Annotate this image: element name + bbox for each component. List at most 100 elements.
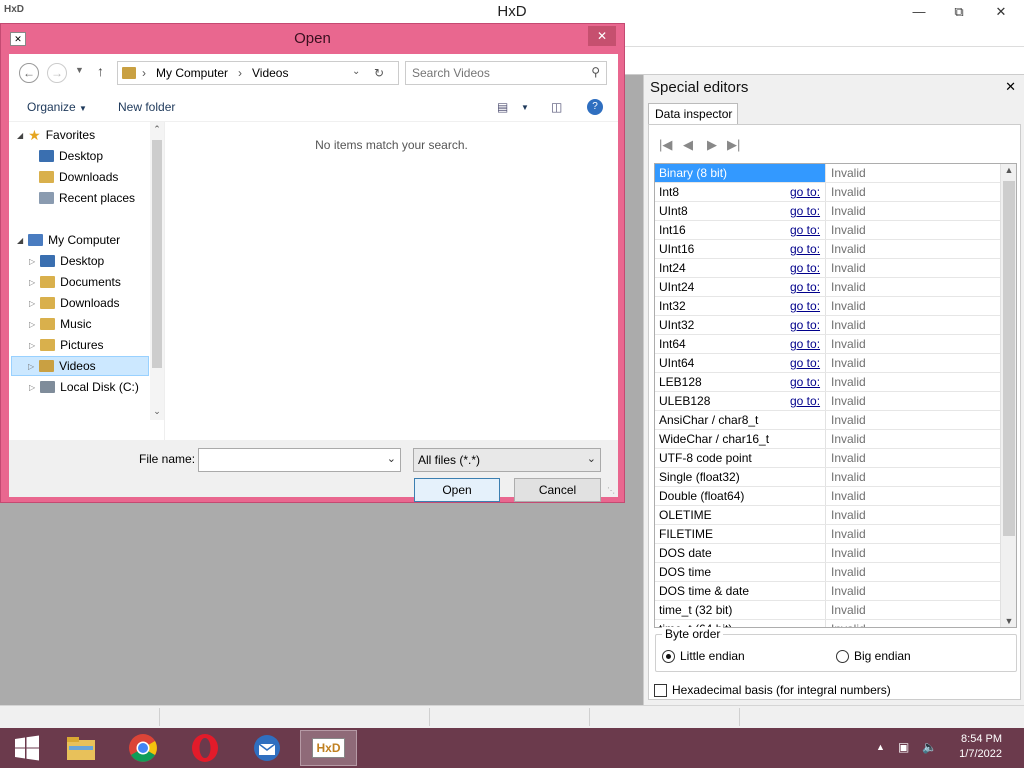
inspector-row[interactable]: UInt64 go to: Invalid — [655, 354, 1016, 373]
inspector-row-value[interactable]: Invalid — [831, 603, 866, 617]
collapsed-icon[interactable]: ▷ — [29, 257, 35, 266]
collapsed-icon[interactable]: ▷ — [28, 362, 34, 371]
nav-computer-item[interactable]: ▷ Downloads — [29, 293, 120, 313]
search-input[interactable] — [412, 63, 582, 83]
new-folder-button[interactable]: New folder — [118, 100, 175, 114]
inspector-row-value[interactable]: Invalid — [831, 204, 866, 218]
inspector-row-value[interactable]: Invalid — [831, 185, 866, 199]
inspector-row-value[interactable]: Invalid — [831, 242, 866, 256]
goto-link[interactable]: go to: — [790, 223, 820, 237]
thunderbird-taskbar-button[interactable] — [240, 730, 294, 766]
inspector-row[interactable]: Int64 go to: Invalid — [655, 335, 1016, 354]
volume-muted-icon[interactable]: 🔈 — [922, 740, 937, 754]
nav-fav-downloads[interactable]: Downloads — [39, 167, 118, 187]
inspector-row-value[interactable]: Invalid — [831, 451, 866, 465]
nav-favorites[interactable]: ◢ ★ Favorites — [17, 125, 95, 145]
file-name-field[interactable]: ⌄ — [198, 448, 401, 472]
help-icon[interactable]: ? — [587, 99, 603, 115]
up-icon[interactable]: ↑ — [97, 63, 104, 79]
nav-computer-item[interactable]: ▷ Local Disk (C:) — [29, 377, 139, 397]
network-icon[interactable]: ▣ — [898, 740, 909, 754]
preview-pane-icon[interactable]: ◫ — [551, 100, 562, 114]
inspector-row-value[interactable]: Invalid — [831, 223, 866, 237]
inspector-row[interactable]: Int24 go to: Invalid — [655, 259, 1016, 278]
inspector-row-value[interactable]: Invalid — [831, 527, 866, 541]
breadcrumb-my-computer[interactable]: My Computer — [156, 66, 228, 80]
close-icon[interactable]: ✕ — [986, 0, 1016, 23]
inspector-row[interactable]: Binary (8 bit) Invalid — [655, 164, 1016, 183]
open-button[interactable]: Open — [414, 478, 500, 502]
inspector-row-value[interactable]: Invalid — [831, 318, 866, 332]
chevron-down-icon[interactable]: ⌄ — [387, 452, 396, 465]
organize-button[interactable]: Organize ▼ — [27, 100, 87, 114]
show-hidden-icons-icon[interactable]: ▲ — [876, 742, 885, 752]
scroll-thumb[interactable] — [152, 140, 162, 368]
nav-my-computer[interactable]: ◢ My Computer — [17, 230, 120, 250]
collapsed-icon[interactable]: ▷ — [29, 341, 35, 350]
inspector-row[interactable]: Int8 go to: Invalid — [655, 183, 1016, 202]
goto-link[interactable]: go to: — [790, 185, 820, 199]
nav-fav-desktop[interactable]: Desktop — [39, 146, 103, 166]
hex-basis-checkbox[interactable]: Hexadecimal basis (for integral numbers) — [654, 683, 891, 697]
address-dropdown-icon[interactable]: ⌄ — [352, 66, 360, 77]
inspector-row-value[interactable]: Invalid — [831, 489, 866, 503]
big-endian-radio[interactable]: Big endian — [836, 649, 911, 663]
nav-scrollbar[interactable]: ⌃ ⌄ — [150, 122, 164, 420]
file-type-select[interactable]: All files (*.*) ⌄ — [413, 448, 601, 472]
inspector-row-value[interactable]: Invalid — [831, 356, 866, 370]
inspector-row-value[interactable]: Invalid — [831, 413, 866, 427]
refresh-icon[interactable]: ↻ — [374, 66, 384, 80]
inspector-row-value[interactable]: Invalid — [831, 280, 866, 294]
inspector-row-value[interactable]: Invalid — [831, 565, 866, 579]
inspector-row[interactable]: Int16 go to: Invalid — [655, 221, 1016, 240]
start-button[interactable] — [0, 730, 54, 766]
little-endian-radio[interactable]: Little endian — [662, 649, 745, 663]
inspector-row[interactable]: UInt24 go to: Invalid — [655, 278, 1016, 297]
file-explorer-taskbar-button[interactable] — [54, 730, 108, 766]
inspector-row[interactable]: UTF-8 code point Invalid — [655, 449, 1016, 468]
hxd-taskbar-button[interactable]: HxD — [300, 730, 357, 766]
change-view-icon[interactable]: ▤ — [497, 100, 508, 114]
goto-link[interactable]: go to: — [790, 394, 820, 408]
inspector-row-value[interactable]: Invalid — [831, 546, 866, 560]
goto-link[interactable]: go to: — [790, 204, 820, 218]
inspector-row-value[interactable]: Invalid — [831, 584, 866, 598]
search-icon[interactable]: ⚲ — [591, 65, 600, 79]
dialog-close-icon[interactable]: ✕ — [588, 26, 616, 46]
nav-computer-item[interactable]: ▷ Videos — [11, 356, 149, 376]
nav-computer-item[interactable]: ▷ Documents — [29, 272, 121, 292]
nav-computer-item[interactable]: ▷ Desktop — [29, 251, 104, 271]
next-icon[interactable]: ▶ — [707, 137, 717, 153]
nav-fav-recent[interactable]: Recent places — [39, 188, 135, 208]
inspector-row[interactable]: UInt32 go to: Invalid — [655, 316, 1016, 335]
inspector-row-value[interactable]: Invalid — [831, 375, 866, 389]
back-icon[interactable]: ← — [19, 63, 39, 83]
inspector-row[interactable]: Int32 go to: Invalid — [655, 297, 1016, 316]
collapsed-icon[interactable]: ▷ — [29, 278, 35, 287]
inspector-row-value[interactable]: Invalid — [831, 337, 866, 351]
view-dropdown-icon[interactable]: ▼ — [521, 103, 529, 112]
clock[interactable]: 8:54 PM 1/7/2022 — [959, 732, 1002, 762]
tab-data-inspector[interactable]: Data inspector — [648, 103, 738, 125]
goto-link[interactable]: go to: — [790, 337, 820, 351]
nav-computer-item[interactable]: ▷ Music — [29, 314, 92, 334]
inspector-row[interactable]: Single (float32) Invalid — [655, 468, 1016, 487]
breadcrumb-videos[interactable]: Videos — [252, 66, 288, 80]
inspector-row[interactable]: OLETIME Invalid — [655, 506, 1016, 525]
close-panel-icon[interactable]: ✕ — [1005, 79, 1016, 95]
inspector-row[interactable]: DOS time Invalid — [655, 563, 1016, 582]
inspector-row-value[interactable]: Invalid — [831, 261, 866, 275]
goto-link[interactable]: go to: — [790, 375, 820, 389]
inspector-row[interactable]: FILETIME Invalid — [655, 525, 1016, 544]
grid-scrollbar[interactable]: ▲ ▼ — [1000, 164, 1016, 627]
inspector-row[interactable]: UInt8 go to: Invalid — [655, 202, 1016, 221]
chrome-taskbar-button[interactable] — [116, 730, 170, 766]
inspector-row[interactable]: DOS date Invalid — [655, 544, 1016, 563]
cancel-button[interactable]: Cancel — [514, 478, 601, 502]
inspector-row-value[interactable]: Invalid — [831, 394, 866, 408]
previous-icon[interactable]: ◀ — [683, 137, 693, 153]
recent-locations-icon[interactable]: ▼ — [75, 65, 84, 75]
inspector-row-value[interactable]: Invalid — [831, 508, 866, 522]
inspector-row[interactable]: time_t (32 bit) Invalid — [655, 601, 1016, 620]
inspector-row[interactable]: Double (float64) Invalid — [655, 487, 1016, 506]
